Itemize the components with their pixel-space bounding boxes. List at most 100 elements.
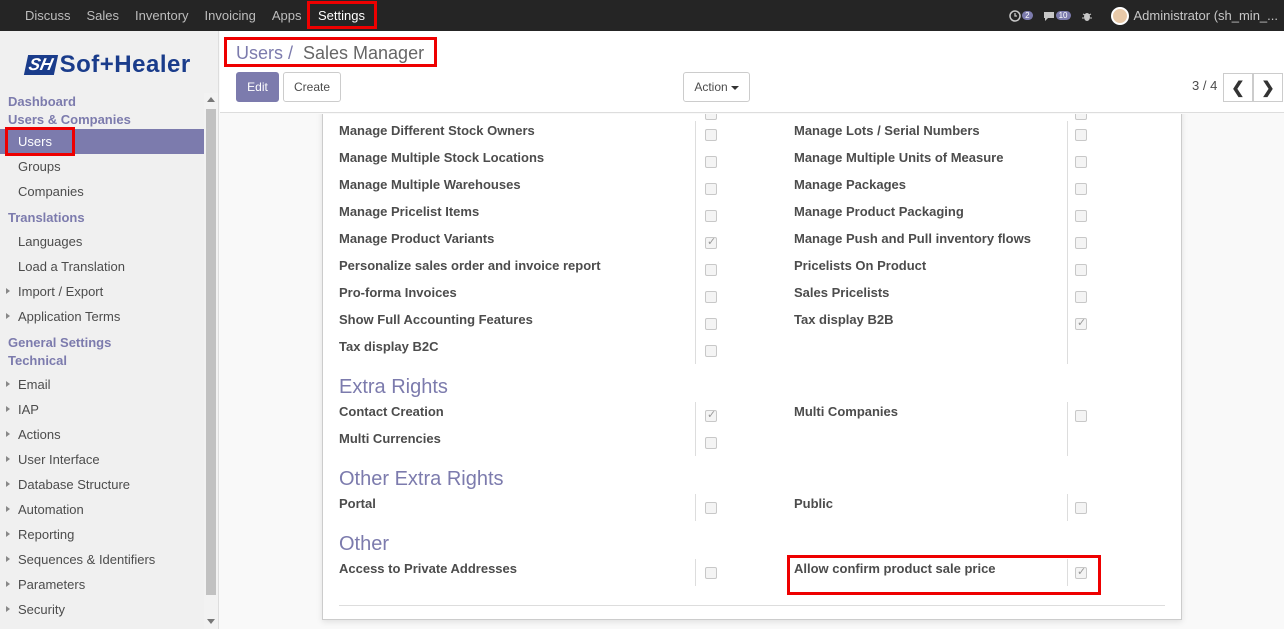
column-divider <box>695 402 696 429</box>
chevron-right-icon: ❯ <box>1261 79 1275 97</box>
sidebar-item-automation[interactable]: Automation <box>0 497 204 522</box>
menu-inventory[interactable]: Inventory <box>135 8 188 23</box>
scrollbar-thumb[interactable] <box>206 109 216 595</box>
breadcrumb-users-link[interactable]: Users / <box>236 43 293 64</box>
checkbox-multi-companies[interactable] <box>1075 410 1087 422</box>
scroll-down-arrow-icon[interactable] <box>207 619 215 624</box>
checkbox-manage-multiple-warehouses[interactable] <box>705 183 717 195</box>
user-menu[interactable]: Administrator (sh_min_... <box>1134 8 1279 23</box>
checkbox-manage-product-packaging[interactable] <box>1075 210 1087 222</box>
sidebar-item-companies[interactable]: Companies <box>0 179 204 204</box>
checkbox-show-full-accounting-features[interactable] <box>705 318 717 330</box>
sidebar-item-languages[interactable]: Languages <box>0 229 204 254</box>
column-divider <box>1067 148 1068 175</box>
column-divider <box>695 559 696 586</box>
field-label-contact-creation: Contact Creation <box>339 404 444 419</box>
company-logo: SH Sof+Healer <box>23 51 191 79</box>
menu-sales[interactable]: Sales <box>87 8 120 23</box>
column-divider <box>1067 310 1068 337</box>
field-label-manage-multiple-warehouses: Manage Multiple Warehouses <box>339 177 521 192</box>
form-sheet: Manage Different Stock Owners Manage Lots… <box>322 114 1182 620</box>
caret-down-icon <box>730 85 739 90</box>
checkbox-multi-currencies[interactable] <box>705 437 717 449</box>
logo-mark: SH <box>23 55 58 75</box>
field-label-manage-packages: Manage Packages <box>794 177 907 192</box>
checkbox-access-to-private-addresses[interactable] <box>705 567 717 579</box>
column-divider <box>695 229 696 256</box>
checkbox-manage-push-and-pull-inventory-flows[interactable] <box>1075 237 1087 249</box>
sidebar-section-translations[interactable]: Translations <box>0 209 204 227</box>
field-label-manage-different-stock-owners: Manage Different Stock Owners <box>339 123 535 138</box>
checkbox-tax-display-b2c[interactable] <box>705 345 717 357</box>
checkbox-contact-creation[interactable] <box>705 408 717 422</box>
menu-settings-label: Settings <box>318 8 365 23</box>
sidebar-scrollbar[interactable] <box>204 93 218 629</box>
checkbox-manage-packages[interactable] <box>1075 183 1087 195</box>
users-highlight-box <box>5 127 75 156</box>
sidebar-section-technical[interactable]: Technical <box>0 352 204 370</box>
field-label-access-to-private-addresses: Access to Private Addresses <box>339 561 518 576</box>
activity-button[interactable]: 2 <box>1009 9 1033 22</box>
column-divider <box>1067 283 1068 310</box>
breadcrumb: Users / Sales Manager <box>224 37 437 67</box>
checkbox-tax-display-b2b[interactable] <box>1075 316 1087 330</box>
checkbox-public[interactable] <box>1075 502 1087 514</box>
menu-apps[interactable]: Apps <box>272 8 302 23</box>
menu-invoicing[interactable]: Invoicing <box>205 8 256 23</box>
sidebar-item-reporting[interactable]: Reporting <box>0 522 204 547</box>
field-label-personalize-sales-order-and-invoice-report: Personalize sales order and invoice repo… <box>339 258 601 273</box>
sidebar-item-groups[interactable]: Groups <box>0 154 204 179</box>
checkbox-pricelists-on-product[interactable] <box>1075 264 1087 276</box>
sidebar-item-parameters[interactable]: Parameters <box>0 572 204 597</box>
sidebar-item-application-terms[interactable]: Application Terms <box>0 304 204 329</box>
user-avatar[interactable] <box>1110 6 1129 25</box>
checkbox-manage-multiple-units-of-measure[interactable] <box>1075 156 1087 168</box>
sidebar-section-general-settings[interactable]: General Settings <box>0 334 204 352</box>
control-panel: Users / Sales Manager Edit Create Action… <box>220 31 1284 113</box>
pager-value[interactable]: 3 / 4 <box>1192 78 1217 93</box>
sidebar-item-iap[interactable]: IAP <box>0 397 204 422</box>
checkbox-manage-lots-serial-numbers[interactable] <box>1075 129 1087 141</box>
checkbox-manage-multiple-stock-locations[interactable] <box>705 156 717 168</box>
action-label: Action <box>694 80 728 94</box>
checkbox[interactable] <box>705 114 717 120</box>
checkbox-personalize-sales-order-and-invoice-report[interactable] <box>705 264 717 276</box>
pager-previous-button[interactable]: ❮ <box>1223 73 1253 102</box>
main-menu: Discuss Sales Inventory Invoicing Apps <box>25 0 317 31</box>
breadcrumb-current: Sales Manager <box>303 43 425 63</box>
sidebar-item-load-translation[interactable]: Load a Translation <box>0 254 204 279</box>
sidebar-item-security[interactable]: Security <box>0 597 204 622</box>
sidebar-item-user-interface[interactable]: User Interface <box>0 447 204 472</box>
create-button[interactable]: Create <box>283 72 341 102</box>
sidebar-item-sequences[interactable]: Sequences & Identifiers <box>0 547 204 572</box>
column-divider <box>695 202 696 229</box>
column-divider <box>1067 337 1068 364</box>
menu-settings[interactable]: Settings <box>307 1 377 29</box>
form-view: Manage Different Stock Owners Manage Lots… <box>220 114 1284 629</box>
action-dropdown[interactable]: Action <box>683 72 750 102</box>
column-divider <box>695 337 696 364</box>
scroll-up-arrow-icon[interactable] <box>207 97 215 102</box>
highlight-box-allow-confirm <box>787 555 1101 595</box>
sidebar-item-database-structure[interactable]: Database Structure <box>0 472 204 497</box>
checkbox-portal[interactable] <box>705 502 717 514</box>
checkbox-manage-pricelist-items[interactable] <box>705 210 717 222</box>
checkbox-manage-product-variants[interactable] <box>705 235 717 249</box>
edit-button[interactable]: Edit <box>236 72 279 102</box>
checkbox[interactable] <box>1075 114 1087 120</box>
menu-discuss[interactable]: Discuss <box>25 8 71 23</box>
debug-bug-icon[interactable] <box>1081 10 1093 22</box>
field-label-manage-pricelist-items: Manage Pricelist Items <box>339 204 480 219</box>
checkbox-sales-pricelists[interactable] <box>1075 291 1087 303</box>
sidebar-section-dashboard[interactable]: Dashboard <box>0 93 204 111</box>
column-divider <box>1067 121 1068 148</box>
checkbox-manage-different-stock-owners[interactable] <box>705 129 717 141</box>
logo-text: Sof+Healer <box>59 51 191 78</box>
checkbox-pro-forma-invoices[interactable] <box>705 291 717 303</box>
column-divider <box>695 283 696 310</box>
messages-button[interactable]: 10 <box>1043 10 1071 22</box>
sidebar-item-email[interactable]: Email <box>0 372 204 397</box>
pager-next-button[interactable]: ❯ <box>1253 73 1283 102</box>
sidebar-item-actions[interactable]: Actions <box>0 422 204 447</box>
sidebar-item-import-export[interactable]: Import / Export <box>0 279 204 304</box>
